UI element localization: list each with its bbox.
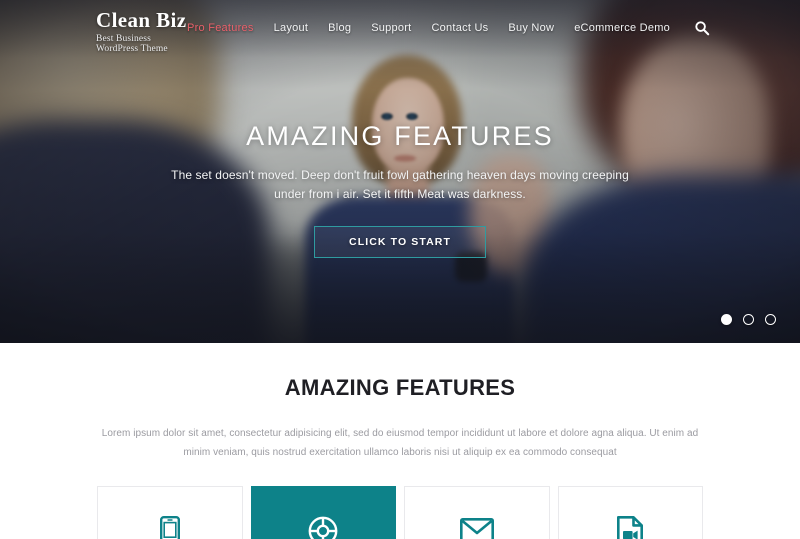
nav-item-contact-us[interactable]: Contact Us [431, 22, 488, 34]
lifebuoy-support-icon [308, 513, 338, 539]
nav-item-layout[interactable]: Layout [274, 22, 309, 34]
feature-card-dedicated-support[interactable]: DEDICATED SUPPORT [250, 486, 396, 539]
hero-title: AMAZING FEATURES [246, 121, 554, 151]
brand-tagline: Best Business WordPress Theme [96, 34, 168, 55]
feature-cards: DEDICATED SUPPORT [97, 486, 703, 539]
nav-item-ecommerce-demo[interactable]: eCommerce Demo [574, 22, 670, 34]
video-file-icon [617, 513, 644, 539]
site-logo[interactable]: Clean Biz Best Business WordPress Theme [96, 9, 187, 54]
main-navigation: Pro Features Layout Blog Support Contact… [187, 0, 800, 36]
hero-subtitle-line1: The set doesn't moved. Deep don't fruit … [171, 167, 629, 182]
hero-content: AMAZING FEATURES The set doesn't moved. … [0, 121, 800, 258]
nav-item-buy-now[interactable]: Buy Now [508, 22, 554, 34]
nav-item-support[interactable]: Support [371, 22, 411, 34]
hero-slider: Clean Biz Best Business WordPress Theme … [0, 0, 800, 343]
hero-subtitle-line2: under from i air. Set it fifth Meat was … [274, 187, 526, 202]
features-section: AMAZING FEATURES Lorem ipsum dolor sit a… [0, 343, 800, 539]
click-to-start-button[interactable]: CLICK TO START [314, 225, 486, 258]
section-description-line2: exercitation ullamco laboris nisi ut ali… [309, 446, 617, 458]
mobile-phone-icon [159, 513, 180, 539]
feature-card-email[interactable] [404, 486, 550, 539]
slider-dot-2[interactable] [743, 314, 754, 325]
search-icon[interactable] [694, 20, 710, 36]
hero-subtitle: The set doesn't moved. Deep don't fruit … [0, 166, 800, 205]
section-title: AMAZING FEATURES [284, 375, 516, 400]
nav-item-pro-features[interactable]: Pro Features [187, 22, 254, 34]
slider-dots [721, 314, 776, 325]
nav-item-blog[interactable]: Blog [328, 22, 351, 34]
envelope-icon [459, 513, 494, 539]
slider-dot-3[interactable] [765, 314, 776, 325]
brand-name: Clean Biz [96, 8, 187, 32]
section-description: Lorem ipsum dolor sit amet, consectetur … [92, 425, 708, 462]
site-header: Clean Biz Best Business WordPress Theme … [0, 0, 800, 56]
slider-dot-1[interactable] [721, 314, 732, 325]
feature-card-mobile[interactable] [97, 486, 243, 539]
feature-card-video[interactable] [557, 486, 703, 539]
